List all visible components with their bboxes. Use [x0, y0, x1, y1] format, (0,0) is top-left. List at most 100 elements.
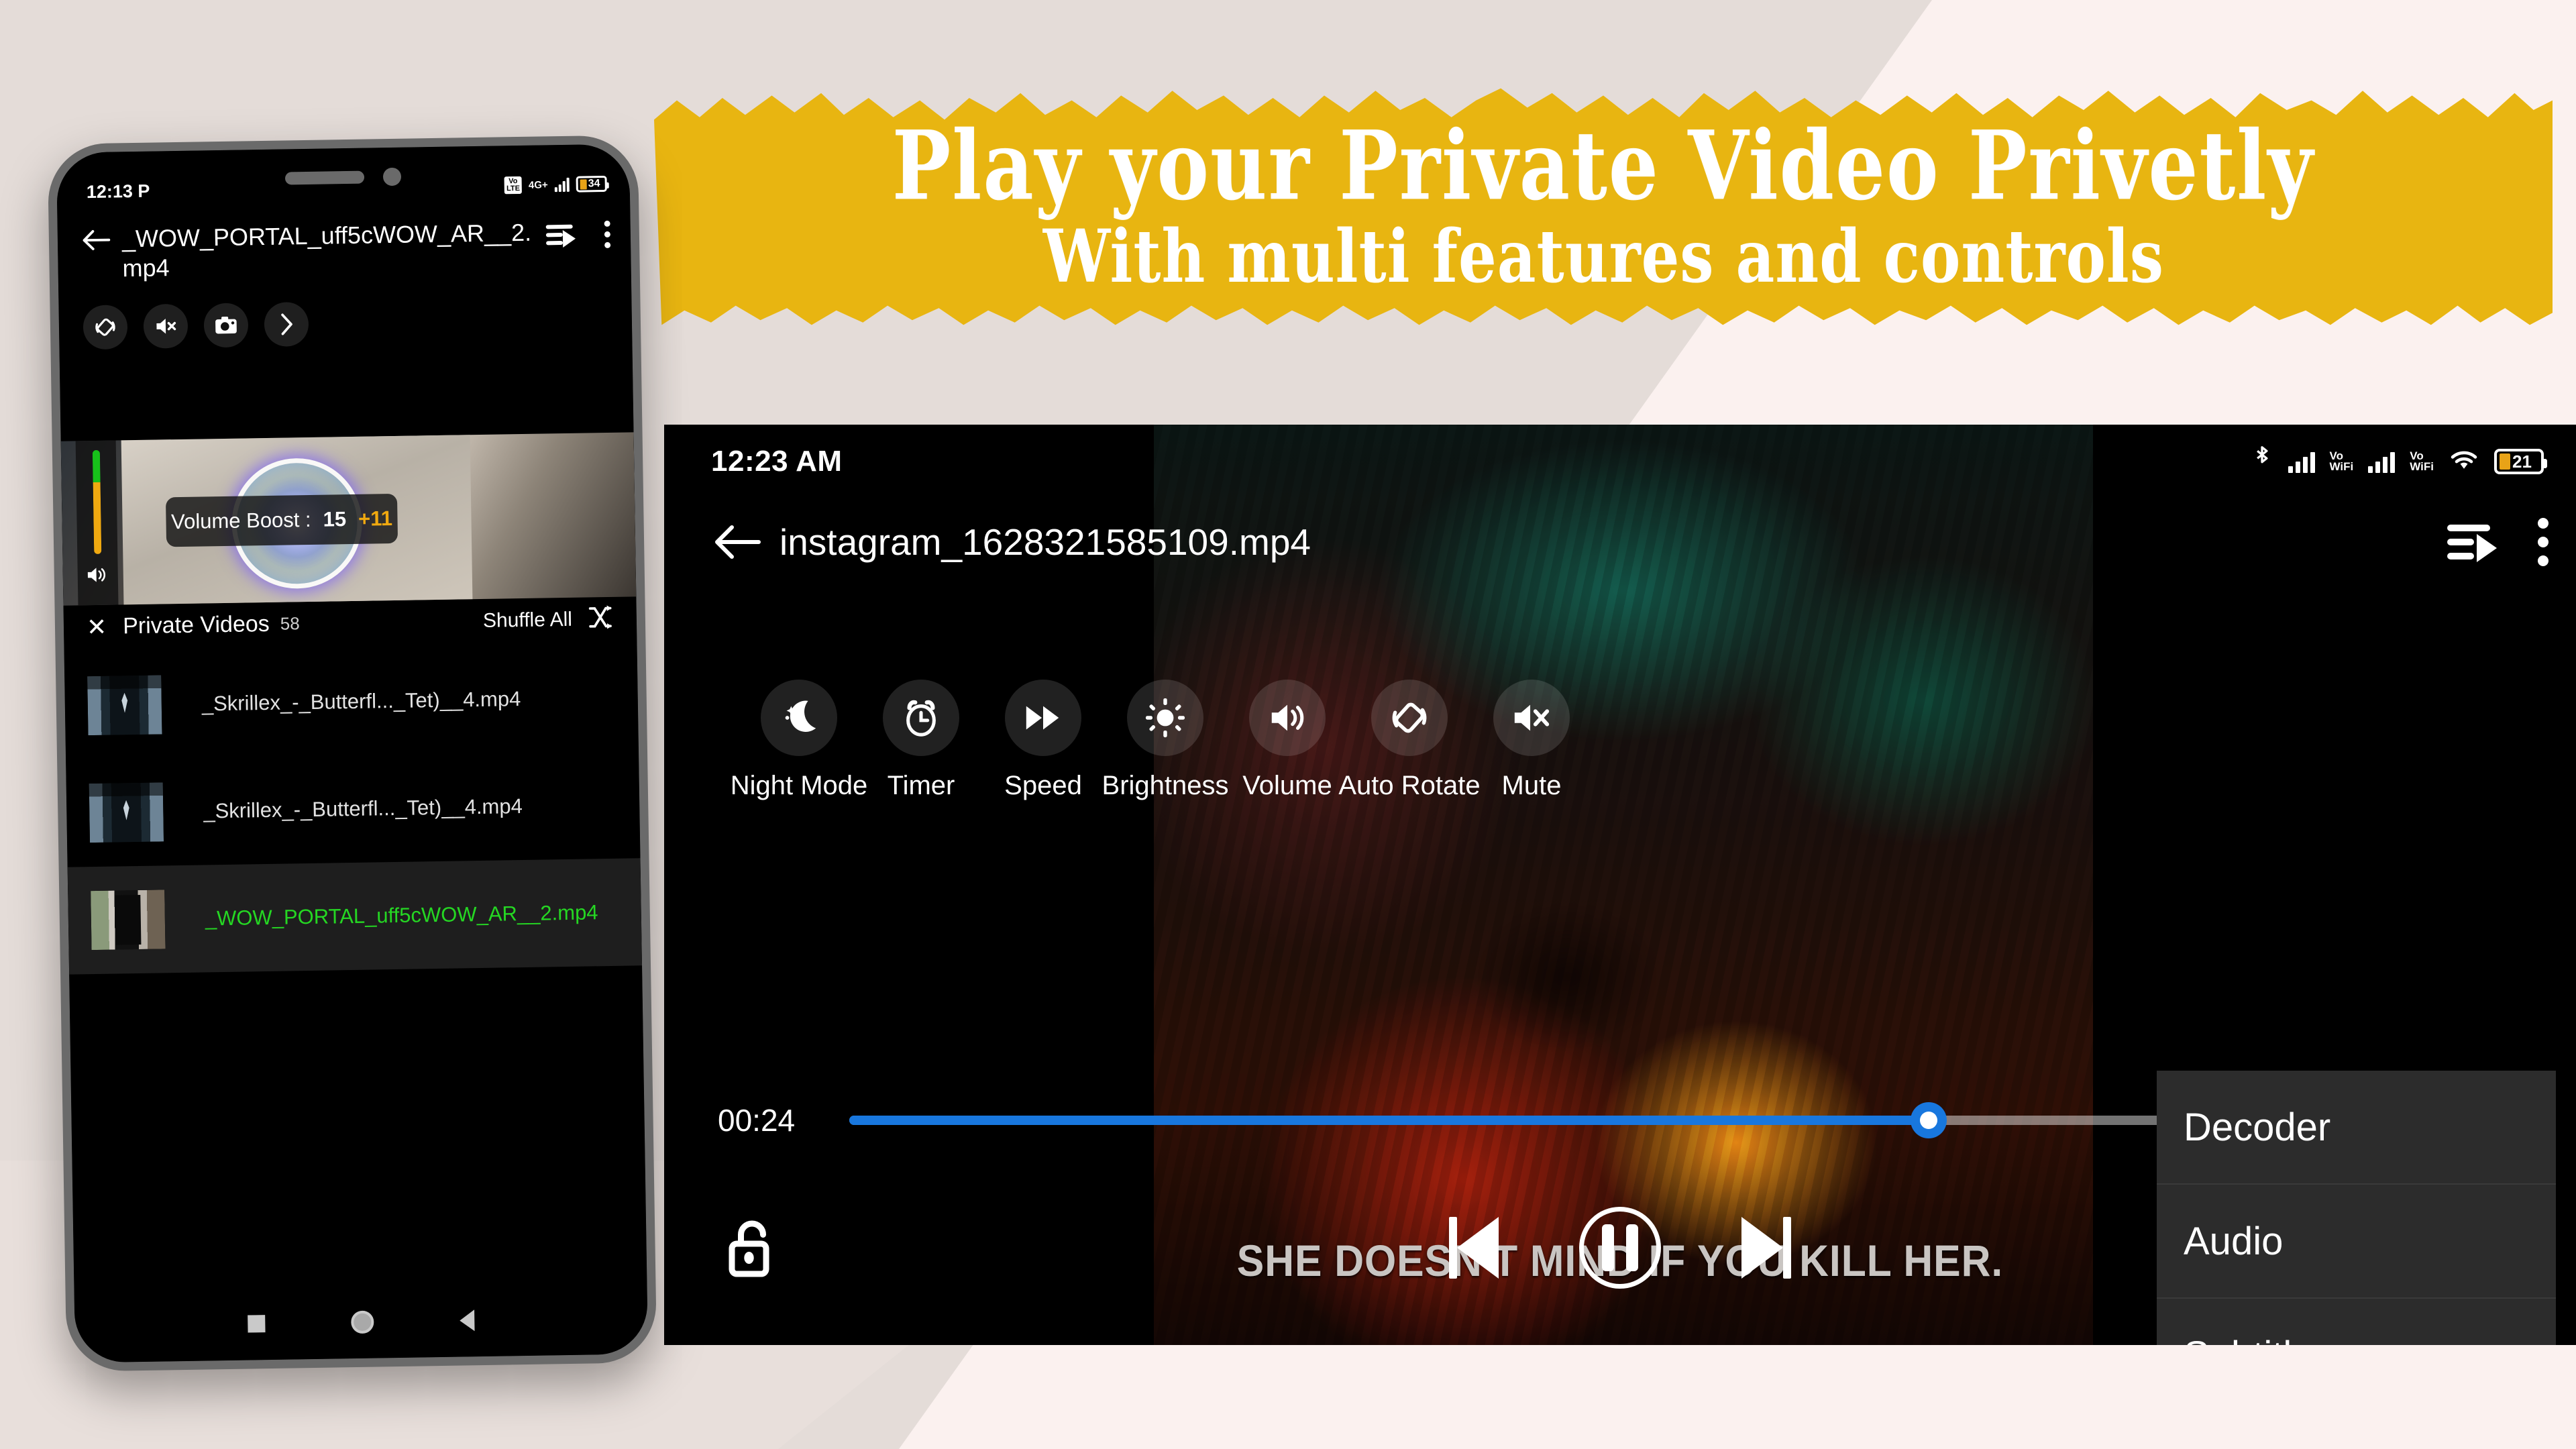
- signal-strength-icon-1: [2288, 450, 2315, 473]
- menu-item-decoder[interactable]: Decoder: [2157, 1071, 2556, 1185]
- auto-rotate-icon[interactable]: [83, 305, 128, 350]
- wifi-icon: [2449, 448, 2479, 476]
- battery-fill: [580, 178, 587, 190]
- volume-level-normal: [92, 449, 101, 483]
- player-status-bar: 12:23 AM Vo WiFi Vo WiFi 21: [664, 425, 2576, 498]
- player-file-title: instagram_1628321585109.mp4: [780, 521, 1311, 563]
- player-clock: 12:23 AM: [711, 445, 843, 478]
- feature-label: Brightness: [1102, 771, 1229, 800]
- pause-icon[interactable]: [1579, 1207, 1661, 1289]
- volume-slider-track[interactable]: [92, 449, 101, 555]
- phone-playlist-header: ✕ Private Videos 58 Shuffle All: [63, 596, 637, 649]
- feature-label: Timer: [887, 771, 955, 800]
- list-item[interactable]: 00:53 _WOW_PORTAL_uff5cWOW_AR__2.mp4: [67, 858, 643, 975]
- feature-speed[interactable]: Speed: [982, 680, 1104, 801]
- close-x-icon[interactable]: ✕: [87, 612, 107, 640]
- back-arrow-icon[interactable]: [711, 515, 765, 569]
- signal-strength-icon: [554, 177, 570, 193]
- volume-slider-overlay[interactable]: [75, 440, 119, 606]
- phone-clock: 12:13 P: [86, 180, 150, 202]
- phone-notch: [284, 167, 402, 188]
- phone-quick-actions: [83, 301, 309, 350]
- feature-label: Auto Rotate: [1338, 771, 1481, 800]
- list-item[interactable]: 03:10 _Skrillex_-_Butterfl..._Tet)__4.mp…: [64, 643, 639, 759]
- phone-screen: 12:13 P Vo LTE 4G+ 34 _WOW_PORTAL_uff5cWO…: [56, 144, 649, 1363]
- previous-track-icon[interactable]: [1449, 1217, 1499, 1279]
- playlist-count: 58: [280, 613, 300, 634]
- overflow-menu-icon[interactable]: [2537, 518, 2549, 566]
- promo-banner: Play your Private Video Privetly With mu…: [654, 86, 2553, 327]
- battery-percent: 21: [2512, 451, 2532, 472]
- player-top-actions: [2447, 518, 2549, 566]
- feature-label: Mute: [1501, 771, 1562, 800]
- auto-rotate-icon: [1371, 680, 1448, 756]
- overflow-menu-icon[interactable]: [601, 220, 614, 249]
- back-arrow-icon[interactable]: [82, 225, 112, 256]
- front-camera-icon: [382, 167, 402, 186]
- volume-up-icon: [1249, 680, 1326, 756]
- shuffle-all-label[interactable]: Shuffle All: [483, 608, 572, 632]
- playlist-play-icon[interactable]: [545, 223, 576, 248]
- nav-back-triangle-icon[interactable]: [460, 1309, 475, 1332]
- video-filename: _Skrillex_-_Butterfl..._Tet)__4.mp4: [201, 687, 521, 716]
- chevron-right-icon[interactable]: [264, 301, 309, 347]
- banner-headline: Play your Private Video Privetly: [892, 110, 2315, 222]
- playlist-play-icon[interactable]: [2447, 523, 2497, 562]
- menu-item-subtitle[interactable]: Subtitle: [2157, 1299, 2556, 1346]
- recents-square-icon[interactable]: [248, 1315, 266, 1333]
- screenshot-camera-icon[interactable]: [203, 303, 249, 348]
- banner-subheadline: With multi features and controls: [1042, 213, 2164, 299]
- volume-mute-icon: [1493, 680, 1570, 756]
- next-track-icon[interactable]: [1741, 1217, 1791, 1279]
- menu-item-audio[interactable]: Audio: [2157, 1185, 2556, 1299]
- phone-video-preview: Volume Boost : 15 +11: [60, 432, 637, 606]
- feature-timer[interactable]: Timer: [860, 680, 982, 801]
- phone-file-title: _WOW_PORTAL_uff5cWOW_AR__2.mp4: [121, 218, 532, 282]
- phone-status-icons: Vo LTE 4G+ 34: [504, 175, 607, 195]
- bluetooth-icon: [2251, 445, 2273, 478]
- video-duration: 00:53: [92, 947, 166, 950]
- shuffle-icon[interactable]: [587, 604, 614, 635]
- volume-mute-icon[interactable]: [143, 303, 189, 349]
- volte-lte-label: Vo LTE: [504, 176, 523, 195]
- playlist-title: Private Videos: [122, 610, 270, 639]
- seek-bar-thumb[interactable]: [1910, 1102, 1947, 1138]
- video-thumbnail: 00:53: [91, 890, 166, 951]
- volume-boost-value: 15: [323, 507, 347, 531]
- moon-icon: [761, 680, 837, 756]
- video-thumbnail: 03:10: [87, 675, 162, 736]
- battery-icon: 21: [2494, 449, 2547, 474]
- seek-bar-fill: [849, 1116, 1929, 1125]
- brightness-sun-icon: [1127, 680, 1203, 756]
- volume-level-boost: [93, 482, 101, 555]
- video-thumbnail: 03:10: [89, 782, 164, 843]
- video-filename: _WOW_PORTAL_uff5cWOW_AR__2.mp4: [205, 900, 598, 930]
- battery-percent: 34: [588, 178, 600, 190]
- options-dropdown-menu: Decoder Audio Subtitle Others: [2157, 1071, 2556, 1345]
- current-time-label: 00:24: [718, 1103, 796, 1138]
- fast-forward-icon: [1005, 680, 1081, 756]
- feature-label: Volume: [1242, 771, 1332, 800]
- unlock-icon[interactable]: [721, 1216, 783, 1280]
- volume-boost-toast: Volume Boost : 15 +11: [165, 493, 398, 547]
- feature-auto-rotate[interactable]: Auto Rotate: [1338, 680, 1481, 801]
- network-type-label: 4G+: [528, 178, 548, 191]
- feature-brightness[interactable]: Brightness: [1102, 680, 1229, 801]
- feature-mute[interactable]: Mute: [1470, 680, 1593, 801]
- playback-controls: [1449, 1207, 1791, 1289]
- feature-volume[interactable]: Volume: [1226, 680, 1348, 801]
- feature-shortcut-row: Night Mode Timer Speed Brightness Volume…: [731, 680, 1593, 801]
- volume-boost-increment: +11: [358, 506, 393, 531]
- video-player-screenshot: 12:23 AM Vo WiFi Vo WiFi 21 instagram_16…: [664, 425, 2576, 1345]
- phone-navigation-bar: [74, 1281, 649, 1362]
- volume-boost-label: Volume Boost :: [170, 507, 311, 534]
- phone-title-bar: _WOW_PORTAL_uff5cWOW_AR__2.mp4: [58, 216, 631, 284]
- list-item[interactable]: 03:10 _Skrillex_-_Butterfl..._Tet)__4.mp…: [66, 751, 640, 867]
- volte-wifi-label-1: Vo WiFi: [2329, 449, 2354, 473]
- volume-up-icon: [87, 565, 110, 589]
- video-duration: 03:10: [88, 732, 162, 735]
- home-circle-icon[interactable]: [351, 1310, 374, 1334]
- earpiece-speaker: [284, 170, 365, 185]
- banner-text-block: Play your Private Video Privetly With mu…: [654, 86, 2553, 327]
- feature-night-mode[interactable]: Night Mode: [731, 680, 867, 801]
